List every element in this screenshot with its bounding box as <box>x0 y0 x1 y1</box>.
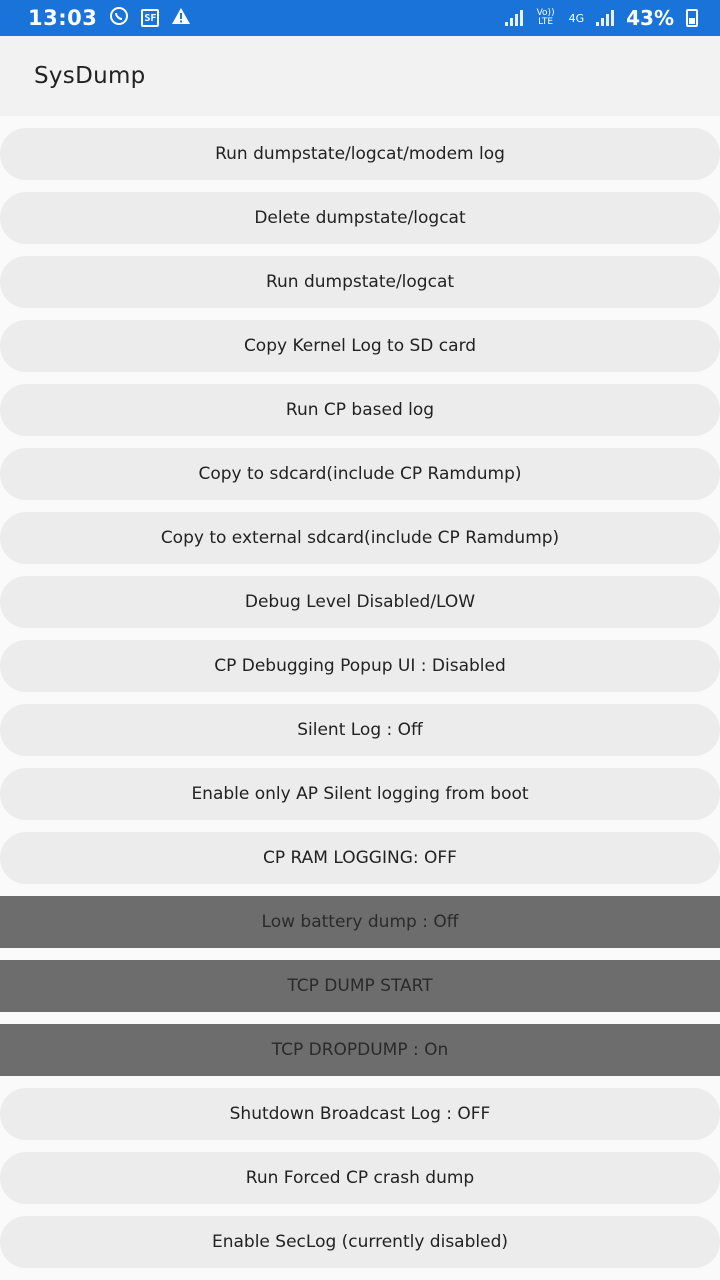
sf-badge-icon: SF <box>141 9 160 27</box>
run-dumpstate-logcat-modem-button[interactable]: Run dumpstate/logcat/modem log <box>0 128 720 180</box>
enable-seclog-button[interactable]: Enable SecLog (currently disabled) <box>0 1216 720 1268</box>
whatsapp-icon <box>109 6 129 30</box>
copy-kernel-log-button[interactable]: Copy Kernel Log to SD card <box>0 320 720 372</box>
run-cp-based-log-button[interactable]: Run CP based log <box>0 384 720 436</box>
copy-to-external-sdcard-button[interactable]: Copy to external sdcard(include CP Ramdu… <box>0 512 720 564</box>
button-list: Run dumpstate/logcat/modem log Delete du… <box>0 128 720 1268</box>
battery-percent: 43% <box>626 6 674 30</box>
tcp-dump-start-button[interactable]: TCP DUMP START <box>0 960 720 1012</box>
network-type: 4G <box>568 11 585 25</box>
cp-debugging-popup-button[interactable]: CP Debugging Popup UI : Disabled <box>0 640 720 692</box>
battery-icon <box>686 9 698 27</box>
run-dumpstate-logcat-button[interactable]: Run dumpstate/logcat <box>0 256 720 308</box>
shutdown-broadcast-log-button[interactable]: Shutdown Broadcast Log : OFF <box>0 1088 720 1140</box>
low-battery-dump-button[interactable]: Low battery dump : Off <box>0 896 720 948</box>
app-bar: SysDump <box>0 36 720 116</box>
status-time: 13:03 <box>28 6 98 30</box>
silent-log-button[interactable]: Silent Log : Off <box>0 704 720 756</box>
copy-to-sdcard-button[interactable]: Copy to sdcard(include CP Ramdump) <box>0 448 720 500</box>
cp-ram-logging-button[interactable]: CP RAM LOGGING: OFF <box>0 832 720 884</box>
delete-dumpstate-logcat-button[interactable]: Delete dumpstate/logcat <box>0 192 720 244</box>
alert-icon <box>171 7 191 29</box>
status-bar-right: Vo)) LTE 4G 43% <box>504 6 698 30</box>
ap-silent-logging-button[interactable]: Enable only AP Silent logging from boot <box>0 768 720 820</box>
status-bar-left: 13:03 SF <box>28 6 191 30</box>
page-title: SysDump <box>34 63 146 89</box>
signal-icon <box>504 10 523 26</box>
volte-label: Vo)) LTE <box>536 8 555 27</box>
status-bar: 13:03 SF Vo)) LTE 4G 43% <box>0 0 720 36</box>
tcp-dropdump-button[interactable]: TCP DROPDUMP : On <box>0 1024 720 1076</box>
forced-cp-crash-dump-button[interactable]: Run Forced CP crash dump <box>0 1152 720 1204</box>
signal-icon-2 <box>596 10 615 26</box>
debug-level-button[interactable]: Debug Level Disabled/LOW <box>0 576 720 628</box>
